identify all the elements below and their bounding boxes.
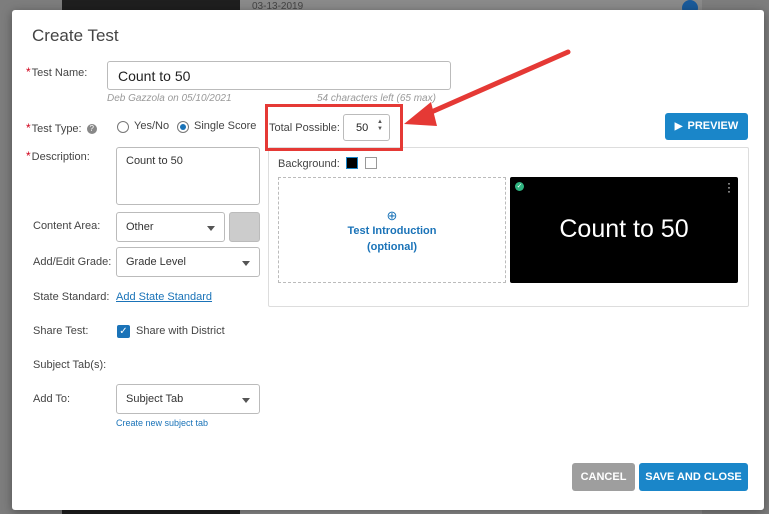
add-to-value: Subject Tab bbox=[126, 393, 184, 405]
test-name-value: Count to 50 bbox=[118, 68, 191, 84]
background-white-swatch[interactable] bbox=[365, 157, 377, 169]
total-possible-value: 50 bbox=[356, 122, 369, 134]
author-note: Deb Gazzola on 05/10/2021 bbox=[107, 93, 232, 104]
required-icon: * bbox=[26, 65, 31, 79]
preview-button[interactable]: ▶ PREVIEW bbox=[665, 113, 748, 140]
chevron-down-icon bbox=[242, 261, 250, 266]
preview-panel: Background: ⊕ Test Introduction (optiona… bbox=[268, 147, 749, 307]
description-label: *Description: bbox=[26, 149, 90, 163]
add-state-standard-link[interactable]: Add State Standard bbox=[116, 291, 212, 303]
radio-yes-no-label[interactable]: Yes/No bbox=[134, 120, 169, 132]
cancel-button[interactable]: CANCEL bbox=[572, 463, 635, 491]
radio-single-score[interactable] bbox=[177, 121, 189, 133]
more-options-icon[interactable]: · · · bbox=[727, 177, 731, 197]
grade-label: Add/Edit Grade: bbox=[33, 256, 112, 268]
test-name-input[interactable]: Count to 50 bbox=[107, 61, 451, 90]
play-icon: ▶ bbox=[674, 121, 683, 132]
chevron-down-icon bbox=[242, 398, 250, 403]
radio-yes-no[interactable] bbox=[117, 121, 129, 133]
help-icon[interactable]: ? bbox=[86, 124, 97, 134]
description-value: Count to 50 bbox=[126, 155, 183, 167]
required-icon: * bbox=[26, 121, 31, 135]
stepper-icon[interactable]: ▲ ▼ bbox=[377, 119, 383, 133]
content-area-value: Other bbox=[126, 221, 154, 233]
subject-tabs-label: Subject Tab(s): bbox=[33, 359, 107, 371]
state-standard-label: State Standard: bbox=[33, 291, 110, 303]
intro-optional: (optional) bbox=[366, 241, 418, 253]
slide-text: Count to 50 bbox=[559, 215, 689, 243]
share-checkbox-label[interactable]: Share with District bbox=[136, 325, 225, 337]
grade-value: Grade Level bbox=[126, 256, 186, 268]
content-area-select[interactable]: Other bbox=[116, 212, 225, 242]
create-subject-tab-link[interactable]: Create new subject tab bbox=[116, 418, 208, 428]
test-introduction-card[interactable]: ⊕ Test Introduction (optional) bbox=[278, 177, 506, 283]
required-icon: * bbox=[26, 149, 31, 163]
total-possible-label: Total Possible: bbox=[269, 122, 340, 134]
save-and-close-button[interactable]: SAVE AND CLOSE bbox=[639, 463, 748, 491]
share-test-label: Share Test: bbox=[33, 325, 89, 337]
dialog-title: Create Test bbox=[32, 26, 119, 45]
background-black-swatch[interactable] bbox=[346, 157, 358, 169]
background-label: Background: bbox=[278, 158, 340, 170]
check-icon: ✓ bbox=[515, 182, 524, 191]
total-possible-input[interactable]: 50 ▲ ▼ bbox=[343, 114, 390, 141]
test-type-label: *Test Type: ? bbox=[26, 121, 97, 135]
create-test-dialog: Create Test *Test Name: Count to 50 Deb … bbox=[12, 10, 764, 510]
add-to-select[interactable]: Subject Tab bbox=[116, 384, 260, 414]
content-area-label: Content Area: bbox=[33, 220, 101, 232]
radio-single-score-label[interactable]: Single Score bbox=[194, 120, 256, 132]
slide-card[interactable]: ✓ · · · Count to 50 bbox=[510, 177, 738, 283]
add-icon: ⊕ bbox=[386, 208, 398, 223]
description-textarea[interactable]: Count to 50 bbox=[116, 147, 260, 205]
chevron-down-icon bbox=[207, 226, 215, 231]
characters-left: 54 characters left (65 max) bbox=[317, 93, 436, 104]
content-area-color-button[interactable] bbox=[229, 212, 260, 242]
add-to-label: Add To: bbox=[33, 393, 71, 405]
share-checkbox[interactable]: ✓ bbox=[117, 325, 130, 338]
grade-select[interactable]: Grade Level bbox=[116, 247, 260, 277]
test-name-label: *Test Name: bbox=[26, 65, 88, 79]
intro-title: Test Introduction bbox=[347, 225, 437, 237]
